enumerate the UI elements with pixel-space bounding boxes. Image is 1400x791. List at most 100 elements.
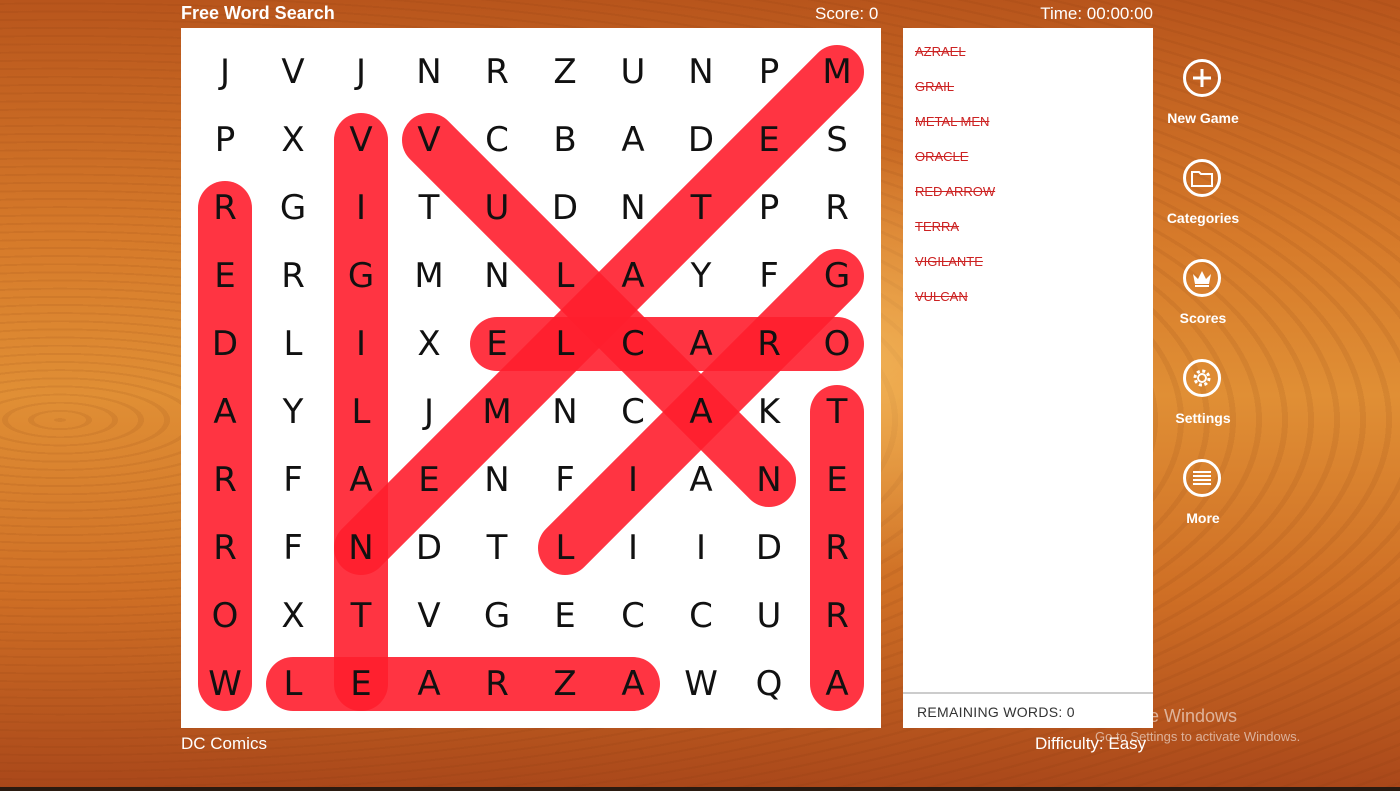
grid-cell[interactable]: A bbox=[667, 446, 735, 514]
grid-cell[interactable]: C bbox=[463, 106, 531, 174]
puzzle-board[interactable]: JVJNRZUNPMPXVVCBADESRGITUDNTPRERGMNLAYFG… bbox=[181, 28, 881, 728]
grid-cell[interactable]: N bbox=[463, 446, 531, 514]
grid-cell[interactable]: R bbox=[191, 174, 259, 242]
grid-cell[interactable]: X bbox=[395, 310, 463, 378]
grid-cell[interactable]: N bbox=[327, 514, 395, 582]
grid-cell[interactable]: L bbox=[531, 514, 599, 582]
grid-cell[interactable]: M bbox=[395, 242, 463, 310]
grid-cell[interactable]: G bbox=[259, 174, 327, 242]
grid-cell[interactable]: W bbox=[191, 650, 259, 718]
grid-cell[interactable]: A bbox=[327, 446, 395, 514]
grid-cell[interactable]: D bbox=[735, 514, 803, 582]
grid-cell[interactable]: S bbox=[803, 106, 871, 174]
grid-cell[interactable]: D bbox=[395, 514, 463, 582]
grid-cell[interactable]: I bbox=[327, 310, 395, 378]
grid-cell[interactable]: D bbox=[531, 174, 599, 242]
grid-cell[interactable]: F bbox=[259, 446, 327, 514]
grid-cell[interactable]: N bbox=[735, 446, 803, 514]
grid-cell[interactable]: P bbox=[191, 106, 259, 174]
grid-cell[interactable]: C bbox=[599, 378, 667, 446]
grid-cell[interactable]: R bbox=[735, 310, 803, 378]
grid-cell[interactable]: I bbox=[667, 514, 735, 582]
grid-cell[interactable]: P bbox=[735, 174, 803, 242]
grid-cell[interactable]: A bbox=[599, 242, 667, 310]
grid-cell[interactable]: R bbox=[259, 242, 327, 310]
more-button[interactable]: More bbox=[1158, 455, 1248, 555]
grid-cell[interactable]: P bbox=[735, 38, 803, 106]
grid-cell[interactable]: N bbox=[395, 38, 463, 106]
grid-cell[interactable]: A bbox=[191, 378, 259, 446]
grid-cell[interactable]: R bbox=[803, 174, 871, 242]
grid-cell[interactable]: T bbox=[667, 174, 735, 242]
grid-cell[interactable]: X bbox=[259, 106, 327, 174]
grid-cell[interactable]: J bbox=[327, 38, 395, 106]
grid-cell[interactable]: F bbox=[735, 242, 803, 310]
grid-cell[interactable]: K bbox=[735, 378, 803, 446]
grid-cell[interactable]: G bbox=[463, 582, 531, 650]
grid-cell[interactable]: R bbox=[463, 38, 531, 106]
grid-cell[interactable]: T bbox=[327, 582, 395, 650]
grid-cell[interactable]: I bbox=[327, 174, 395, 242]
grid-cell[interactable]: I bbox=[599, 446, 667, 514]
grid-cell[interactable]: V bbox=[395, 582, 463, 650]
grid-cell[interactable]: N bbox=[667, 38, 735, 106]
grid-cell[interactable]: I bbox=[599, 514, 667, 582]
grid-cell[interactable]: D bbox=[191, 310, 259, 378]
grid-cell[interactable]: L bbox=[531, 310, 599, 378]
grid-cell[interactable]: G bbox=[327, 242, 395, 310]
grid-cell[interactable]: N bbox=[531, 378, 599, 446]
grid-cell[interactable]: Z bbox=[531, 650, 599, 718]
grid-cell[interactable]: A bbox=[395, 650, 463, 718]
grid-cell[interactable]: L bbox=[259, 310, 327, 378]
grid-cell[interactable]: B bbox=[531, 106, 599, 174]
grid-cell[interactable]: V bbox=[395, 106, 463, 174]
grid-cell[interactable]: A bbox=[803, 650, 871, 718]
grid-cell[interactable]: J bbox=[191, 38, 259, 106]
grid-cell[interactable]: V bbox=[259, 38, 327, 106]
grid-cell[interactable]: N bbox=[599, 174, 667, 242]
grid-cell[interactable]: G bbox=[803, 242, 871, 310]
grid-cell[interactable]: E bbox=[463, 310, 531, 378]
grid-cell[interactable]: J bbox=[395, 378, 463, 446]
grid-cell[interactable]: F bbox=[259, 514, 327, 582]
scores-button[interactable]: Scores bbox=[1158, 255, 1248, 355]
grid-cell[interactable]: O bbox=[803, 310, 871, 378]
grid-cell[interactable]: C bbox=[599, 582, 667, 650]
letter-grid[interactable]: JVJNRZUNPMPXVVCBADESRGITUDNTPRERGMNLAYFG… bbox=[191, 38, 871, 718]
grid-cell[interactable]: E bbox=[395, 446, 463, 514]
grid-cell[interactable]: R bbox=[803, 514, 871, 582]
grid-cell[interactable]: C bbox=[599, 310, 667, 378]
grid-cell[interactable]: M bbox=[803, 38, 871, 106]
grid-cell[interactable]: O bbox=[191, 582, 259, 650]
grid-cell[interactable]: L bbox=[531, 242, 599, 310]
grid-cell[interactable]: T bbox=[395, 174, 463, 242]
grid-cell[interactable]: W bbox=[667, 650, 735, 718]
grid-cell[interactable]: R bbox=[803, 582, 871, 650]
categories-button[interactable]: Categories bbox=[1158, 155, 1248, 255]
grid-cell[interactable]: E bbox=[191, 242, 259, 310]
grid-cell[interactable]: F bbox=[531, 446, 599, 514]
new-game-button[interactable]: New Game bbox=[1158, 55, 1248, 155]
grid-cell[interactable]: A bbox=[667, 310, 735, 378]
grid-cell[interactable]: A bbox=[599, 650, 667, 718]
grid-cell[interactable]: R bbox=[191, 514, 259, 582]
grid-cell[interactable]: T bbox=[463, 514, 531, 582]
grid-cell[interactable]: E bbox=[803, 446, 871, 514]
grid-cell[interactable]: Y bbox=[667, 242, 735, 310]
grid-cell[interactable]: R bbox=[463, 650, 531, 718]
grid-cell[interactable]: A bbox=[667, 378, 735, 446]
settings-button[interactable]: Settings bbox=[1158, 355, 1248, 455]
grid-cell[interactable]: U bbox=[599, 38, 667, 106]
grid-cell[interactable]: E bbox=[327, 650, 395, 718]
grid-cell[interactable]: X bbox=[259, 582, 327, 650]
grid-cell[interactable]: L bbox=[327, 378, 395, 446]
grid-cell[interactable]: Y bbox=[259, 378, 327, 446]
grid-cell[interactable]: V bbox=[327, 106, 395, 174]
grid-cell[interactable]: C bbox=[667, 582, 735, 650]
grid-cell[interactable]: M bbox=[463, 378, 531, 446]
grid-cell[interactable]: E bbox=[531, 582, 599, 650]
grid-cell[interactable]: Z bbox=[531, 38, 599, 106]
grid-cell[interactable]: R bbox=[191, 446, 259, 514]
grid-cell[interactable]: U bbox=[463, 174, 531, 242]
grid-cell[interactable]: E bbox=[735, 106, 803, 174]
